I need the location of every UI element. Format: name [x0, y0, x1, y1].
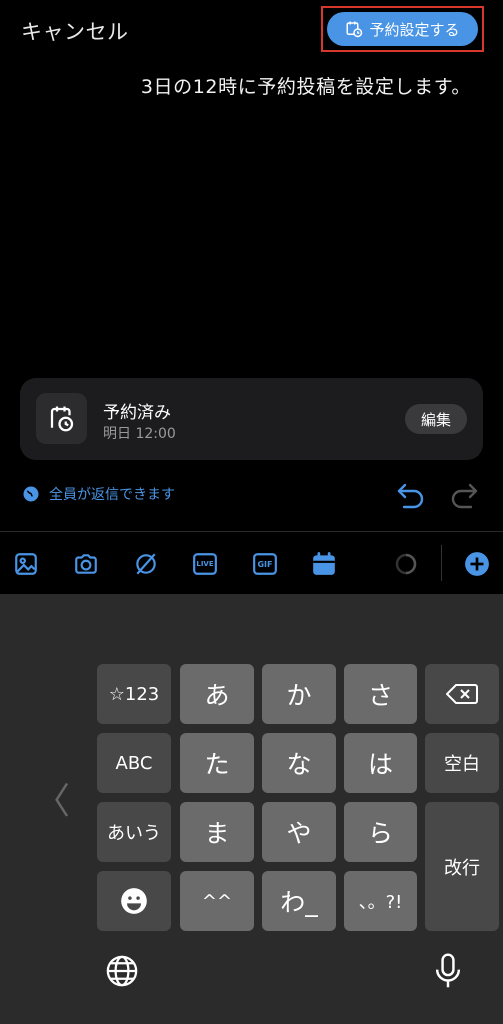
key-ra[interactable]: ら — [344, 802, 417, 862]
schedule-notice: 3日の12時に予約投稿を設定します。 — [140, 76, 471, 98]
backspace-icon — [446, 684, 478, 704]
calendar-clock-icon — [36, 393, 87, 444]
key-ta[interactable]: た — [180, 733, 254, 793]
key-a[interactable]: あ — [180, 664, 254, 724]
schedule-button[interactable]: 予約設定する — [327, 12, 478, 46]
toolbar-divider — [441, 545, 442, 581]
live-icon-label: LIVE — [196, 560, 214, 568]
reply-setting[interactable]: 全員が返信できます — [22, 484, 175, 504]
reply-setting-label: 全員が返信できます — [49, 487, 175, 503]
backspace-key[interactable] — [425, 664, 499, 724]
key-na[interactable]: な — [262, 733, 336, 793]
key-ma[interactable]: ま — [180, 802, 254, 862]
redo-icon[interactable] — [449, 481, 479, 513]
cancel-button[interactable]: キャンセル — [21, 16, 129, 46]
key-wa[interactable]: わ_ — [262, 871, 336, 931]
globe-icon — [23, 486, 39, 502]
grok-icon[interactable] — [132, 550, 160, 578]
key-ha[interactable]: は — [344, 733, 417, 793]
keyboard: 〈 ☆123 あ か さ ABC た な は 空白 あいう ま や ら 改行 ^… — [0, 594, 503, 1024]
key-symbols[interactable]: ☆123 — [97, 664, 171, 724]
edit-button[interactable]: 編集 — [405, 404, 467, 434]
gif-icon-label: GIF — [257, 559, 273, 569]
key-kana[interactable]: あいう — [97, 802, 171, 862]
schedule-clock-icon — [346, 21, 363, 38]
globe-keyboard-icon[interactable] — [105, 954, 139, 992]
calendar-icon[interactable] — [310, 550, 338, 578]
microphone-icon[interactable] — [434, 952, 462, 994]
key-punctuation[interactable]: 、。?! — [344, 871, 417, 931]
progress-circle-icon — [392, 550, 420, 578]
key-sa[interactable]: さ — [344, 664, 417, 724]
image-icon[interactable] — [12, 550, 40, 578]
key-ya[interactable]: や — [262, 802, 336, 862]
emoji-key[interactable] — [97, 871, 171, 931]
compose-toolbar: LIVE GIF — [0, 532, 503, 594]
undo-icon[interactable] — [396, 481, 426, 513]
scheduled-card: 予約済み 明日 12:00 編集 — [20, 378, 483, 460]
space-key[interactable]: 空白 — [425, 733, 499, 793]
key-abc[interactable]: ABC — [97, 733, 171, 793]
enter-key[interactable]: 改行 — [425, 802, 499, 931]
scheduled-time: 明日 12:00 — [103, 426, 176, 442]
keyboard-left-chevron[interactable]: 〈 — [34, 772, 70, 824]
scheduled-title: 予約済み — [103, 403, 171, 423]
schedule-button-label: 予約設定する — [369, 20, 460, 39]
key-ka[interactable]: か — [262, 664, 336, 724]
schedule-button-highlight: 予約設定する — [321, 6, 484, 52]
camera-icon[interactable] — [72, 550, 100, 578]
emoji-icon — [121, 888, 147, 914]
key-kaomoji[interactable]: ^^ — [180, 871, 254, 931]
gif-icon[interactable]: GIF — [251, 550, 279, 578]
add-icon[interactable] — [463, 550, 491, 578]
live-icon[interactable]: LIVE — [191, 550, 219, 578]
